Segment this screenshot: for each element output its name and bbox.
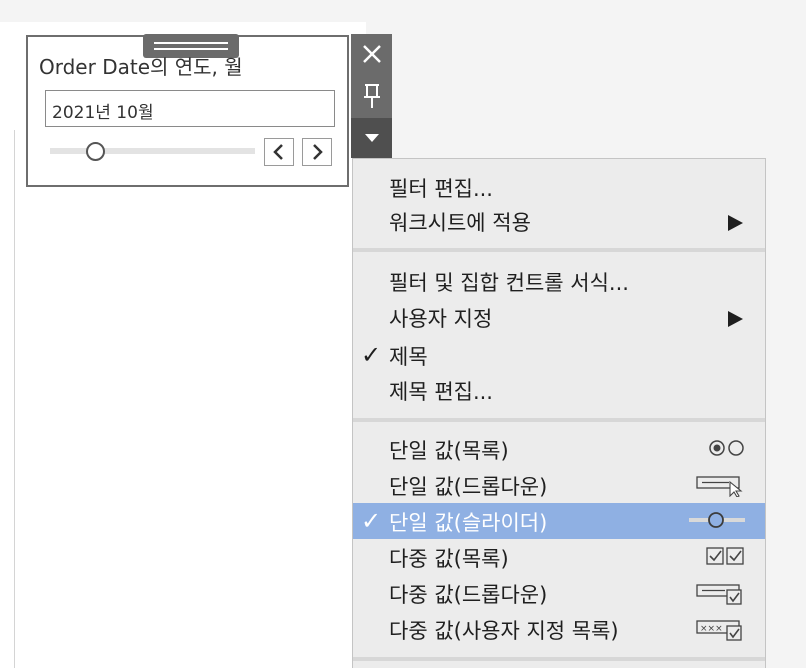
menu-item-label: 단일 값(드롭다운) [389,475,548,499]
filter-title: Order Date의 연도, 월 [39,55,243,79]
menu-item-label: 단일 값(목록) [389,439,509,463]
menu-item-apply-to-worksheets[interactable]: 워크시트에 적용 [353,203,765,239]
menu-item-multiple-values-list[interactable]: 다중 값(목록) [353,539,765,575]
pin-button[interactable] [351,76,392,116]
menu-item-show-title[interactable]: ✓ 제목 [353,337,765,373]
single-value-slider-icon [689,512,745,528]
menu-item-label: 단일 값(슬라이더) [389,511,548,535]
previous-button[interactable] [264,138,294,166]
multiple-values-custom-list-icon: ××× [696,620,742,641]
slider-track[interactable] [50,148,255,154]
menu-item-label: 다중 값(목록) [389,547,509,571]
menu-item-label: 다중 값(드롭다운) [389,583,548,607]
filter-value-field[interactable]: 2021년 10월 [45,90,335,127]
context-menu: 필터 편집... 워크시트에 적용 필터 및 집합 컨트롤 서식... 사용자 … [352,158,766,668]
screen: Order Date의 연도, 월 2021년 10월 필터 편집... 워크시… [0,0,806,668]
menu-item-single-value-dropdown[interactable]: 단일 값(드롭다운) [353,467,765,503]
multiple-values-list-icon [706,547,744,565]
close-icon [362,45,381,63]
submenu-arrow-icon [728,311,743,327]
pane-divider [14,130,15,668]
more-options-button[interactable] [351,118,392,158]
svg-text:×××: ××× [700,624,723,634]
menu-item-label: 제목 편집... [389,380,493,404]
slider-thumb[interactable] [85,142,105,161]
menu-item-customize[interactable]: 사용자 지정 [353,299,765,335]
menu-item-multiple-values-dropdown[interactable]: 다중 값(드롭다운) [353,575,765,611]
menu-item-label: 사용자 지정 [389,307,493,331]
single-value-list-icon [709,440,744,456]
menu-item-label: 다중 값(사용자 지정 목록) [389,619,619,643]
dropdown-arrow-icon [364,134,379,142]
pin-icon [363,84,380,108]
single-value-dropdown-icon [696,476,743,497]
filter-value-text: 2021년 10월 [52,103,154,123]
menu-item-single-value-slider[interactable]: ✓ 단일 값(슬라이더) [353,503,765,539]
menu-item-edit-title[interactable]: 제목 편집... [353,372,765,408]
menu-item-multiple-values-custom-list[interactable]: 다중 값(사용자 지정 목록) ××× [353,611,765,647]
menu-separator [353,657,765,661]
menu-item-label: 필터 및 집합 컨트롤 서식... [389,271,629,295]
menu-item-format-filters[interactable]: 필터 및 집합 컨트롤 서식... [353,263,765,299]
menu-item-edit-filter[interactable]: 필터 편집... [353,169,765,205]
menu-item-label: 필터 편집... [389,177,493,201]
menu-separator [353,248,765,252]
submenu-arrow-icon [728,215,743,231]
menu-separator [353,418,765,422]
filter-card[interactable]: Order Date의 연도, 월 2021년 10월 [26,34,349,187]
menu-item-single-value-list[interactable]: 단일 값(목록) [353,431,765,467]
multiple-values-dropdown-icon [696,584,742,605]
chevron-left-icon [273,144,283,160]
checkmark-icon: ✓ [361,507,382,535]
next-button[interactable] [302,138,332,166]
menu-item-label: 워크시트에 적용 [389,211,531,235]
chevron-right-icon [313,144,323,160]
menu-item-label: 제목 [389,345,428,369]
remove-button[interactable] [351,34,392,74]
checkmark-icon: ✓ [361,341,382,369]
